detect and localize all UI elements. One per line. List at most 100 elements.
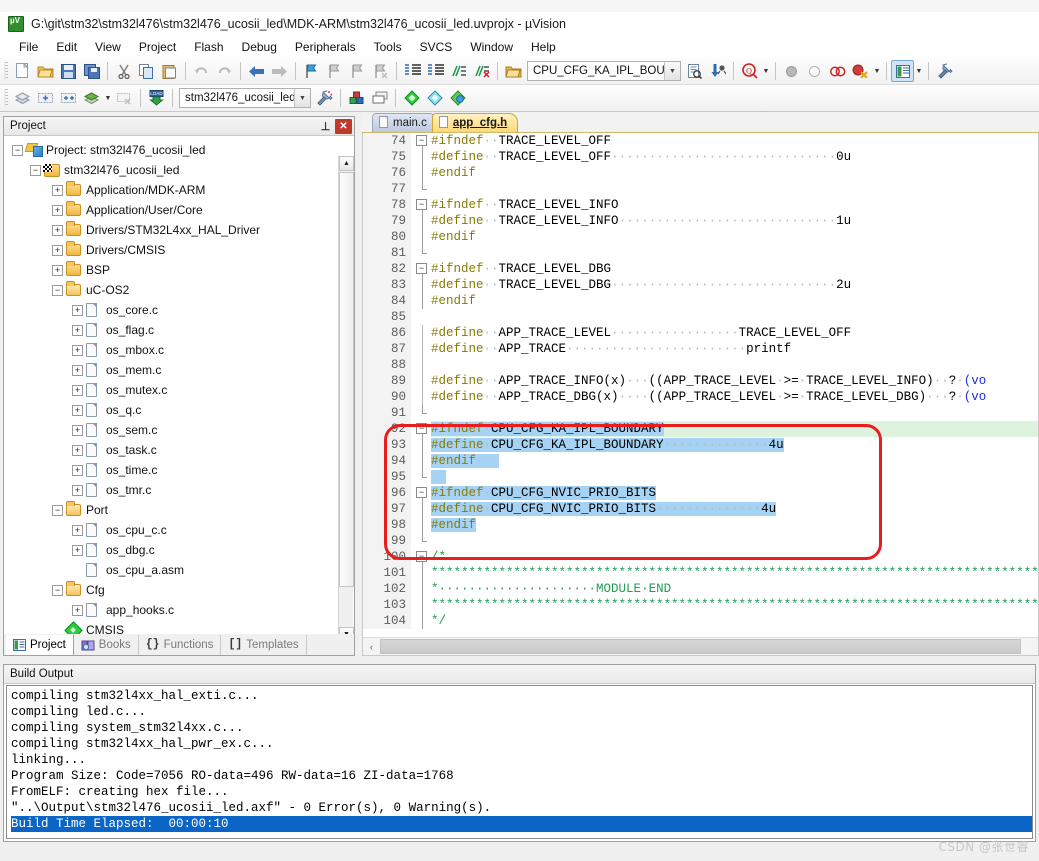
fold-column[interactable]	[416, 357, 430, 373]
fold-column[interactable]	[416, 389, 430, 405]
fold-column[interactable]	[416, 453, 430, 469]
code-line[interactable]: 91	[363, 405, 1038, 421]
bookmark-next-icon[interactable]	[346, 60, 369, 82]
code-line[interactable]: 83 #define··TRACE_LEVEL_DBG··············…	[363, 277, 1038, 293]
editor-tab-app-cfg-h[interactable]: app_cfg.h	[431, 113, 519, 132]
expander-icon[interactable]: −	[52, 504, 63, 516]
fold-column[interactable]	[416, 229, 430, 245]
breakpoint-disable-all-icon[interactable]	[826, 60, 849, 82]
code-line[interactable]: 98 #endif	[363, 517, 1038, 533]
outdent-icon[interactable]	[424, 60, 447, 82]
rebuild-icon[interactable]	[34, 87, 57, 109]
code-line[interactable]: 100−/*	[363, 549, 1038, 565]
tree-item-os-mem-c[interactable]: + os_mem.c	[4, 360, 354, 380]
tab-functions[interactable]: {} Functions	[139, 634, 222, 655]
fold-column[interactable]	[416, 501, 430, 517]
fold-column[interactable]: −	[416, 421, 430, 437]
code-line[interactable]: 101 *************************************…	[363, 565, 1038, 581]
uncomment-icon[interactable]	[470, 60, 493, 82]
fold-column[interactable]	[416, 581, 430, 597]
tree-item-os-flag-c[interactable]: + os_flag.c	[4, 320, 354, 340]
menu-svcs[interactable]: SVCS	[411, 38, 462, 56]
tree-item-bsp[interactable]: + BSP	[4, 260, 354, 280]
editor-tab-main-c[interactable]: main.c	[372, 113, 438, 132]
fold-column[interactable]	[416, 405, 430, 421]
bookmark-clear-icon[interactable]	[369, 60, 392, 82]
fold-column[interactable]	[416, 565, 430, 581]
expander-icon[interactable]: +	[72, 604, 83, 616]
debug-start-icon[interactable]	[706, 60, 729, 82]
code-line[interactable]: 90 #define··APP_TRACE_DBG(x)····((APP_TRA…	[363, 389, 1038, 405]
tree-item-app-hooks-c[interactable]: + app_hooks.c	[4, 600, 354, 620]
expander-icon[interactable]: +	[72, 544, 83, 556]
code-line[interactable]: 93 #define·CPU_CFG_KA_IPL_BOUNDARY·······…	[363, 437, 1038, 453]
editor-body[interactable]: 74− #ifndef··TRACE_LEVEL_OFF 75 #define··TR…	[362, 133, 1039, 656]
fold-collapse-icon[interactable]: −	[416, 487, 427, 498]
expander-icon[interactable]: +	[52, 244, 63, 256]
expander-icon[interactable]: +	[72, 404, 83, 416]
code-line[interactable]: 102 *·····················MODULE·END	[363, 581, 1038, 597]
pin-icon[interactable]: ⊥	[318, 119, 333, 134]
save-icon[interactable]	[57, 60, 80, 82]
tree-item-os-q-c[interactable]: + os_q.c	[4, 400, 354, 420]
tab-project[interactable]: Project	[6, 634, 74, 655]
fold-column[interactable]	[416, 597, 430, 613]
tree-item-os-cpu-a-asm[interactable]: os_cpu_a.asm	[4, 560, 354, 580]
code-line[interactable]: 85	[363, 309, 1038, 325]
menu-project[interactable]: Project	[130, 38, 185, 56]
fold-collapse-icon[interactable]: −	[416, 263, 427, 274]
toolbar-grip[interactable]	[4, 62, 8, 80]
project-tree-scrollbar[interactable]: ▲ ▼	[338, 156, 354, 642]
breakpoint-kill-all-icon[interactable]	[849, 60, 872, 82]
code-line[interactable]: 86 #define··APP_TRACE_LEVEL··············…	[363, 325, 1038, 341]
expander-icon[interactable]: +	[52, 184, 63, 196]
save-all-icon[interactable]	[80, 60, 103, 82]
copy-icon[interactable]	[135, 60, 158, 82]
fold-column[interactable]	[416, 277, 430, 293]
code-line[interactable]: 81	[363, 245, 1038, 261]
fold-column[interactable]	[416, 373, 430, 389]
tab-templates[interactable]: [] Templates	[221, 634, 307, 655]
tree-item-os-time-c[interactable]: + os_time.c	[4, 460, 354, 480]
fold-column[interactable]	[416, 213, 430, 229]
editor-horizontal-scrollbar[interactable]: ‹	[363, 637, 1038, 655]
fold-column[interactable]	[416, 613, 430, 629]
tree-item-os-sem-c[interactable]: + os_sem.c	[4, 420, 354, 440]
tab-books[interactable]: Books	[74, 634, 139, 655]
code-line[interactable]: 76 #endif	[363, 165, 1038, 181]
menu-view[interactable]: View	[86, 38, 130, 56]
code-line[interactable]: 94 #endif	[363, 453, 1038, 469]
browse-symbols-icon[interactable]: Q	[738, 60, 761, 82]
chevron-down-icon[interactable]: ▼	[294, 89, 310, 107]
expander-icon[interactable]: +	[72, 384, 83, 396]
code-line[interactable]: 87 #define··APP_TRACE····················…	[363, 341, 1038, 357]
expander-icon[interactable]: +	[72, 424, 83, 436]
expander-icon[interactable]: +	[72, 364, 83, 376]
fold-column[interactable]: −	[416, 485, 430, 501]
expander-icon[interactable]: +	[72, 524, 83, 536]
fold-column[interactable]	[416, 437, 430, 453]
pack-installer-icon[interactable]	[400, 87, 423, 109]
code-line[interactable]: 95	[363, 469, 1038, 485]
manage-project-items-icon[interactable]	[345, 87, 368, 109]
tree-item-application-user-core[interactable]: + Application/User/Core	[4, 200, 354, 220]
chevron-down-icon[interactable]: ▼	[914, 60, 924, 82]
tree-item-os-task-c[interactable]: + os_task.c	[4, 440, 354, 460]
redo-icon[interactable]	[213, 60, 236, 82]
tree-item-os-mbox-c[interactable]: + os_mbox.c	[4, 340, 354, 360]
fold-column[interactable]	[416, 149, 430, 165]
code-line[interactable]: 92− #ifndef·CPU_CFG_KA_IPL_BOUNDARY	[363, 421, 1038, 437]
expander-icon[interactable]: −	[12, 144, 23, 156]
fold-column[interactable]	[416, 469, 430, 485]
tree-item-os-tmr-c[interactable]: + os_tmr.c	[4, 480, 354, 500]
toolbar-grip[interactable]	[4, 89, 8, 107]
navigate-forward-icon[interactable]	[268, 60, 291, 82]
tree-item-cfg[interactable]: − Cfg	[4, 580, 354, 600]
expander-icon[interactable]: +	[72, 304, 83, 316]
tree-item-os-core-c[interactable]: + os_core.c	[4, 300, 354, 320]
menu-flash[interactable]: Flash	[185, 38, 232, 56]
bookmark-toggle-icon[interactable]	[300, 60, 323, 82]
menu-help[interactable]: Help	[522, 38, 565, 56]
tree-item-uc-os2[interactable]: − uC-OS2	[4, 280, 354, 300]
code-line[interactable]: 79 #define··TRACE_LEVEL_INFO·············…	[363, 213, 1038, 229]
